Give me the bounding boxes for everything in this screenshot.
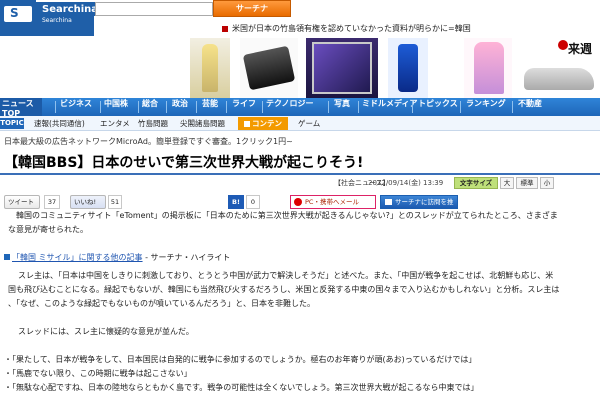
nav-divider [196,101,197,113]
game-cover-illustration [312,42,372,94]
nav-news-top[interactable]: ニュースTOP [0,98,42,118]
nav-divider [412,101,413,113]
like-count: 51 [108,195,122,209]
related-link[interactable]: 「韓国 ミサイル」に関する他の記事 [12,253,143,262]
intro-line-1: 韓国のコミュニティサイト「eToment」の掲示板に「日本のために第三次世界大戦… [16,211,558,220]
nav-divider [226,101,227,113]
promo-label: 来週 [568,42,593,56]
nav-technology[interactable]: テクノロジー [266,98,314,116]
related-source: - サーチナ・ハイライト [142,253,231,262]
product-figure-image[interactable] [190,38,230,98]
car-illustration [524,68,594,90]
article-title: 【韓国BBS】日本のせいで第三次世界大戦が起こりそう! [4,155,364,171]
tweet-count: 37 [44,195,60,209]
nav-politics[interactable]: 政治 [172,98,188,116]
nav-entertainment[interactable]: 芸能 [202,98,218,116]
nav-real-estate[interactable]: 不動産 [518,98,542,116]
nav-china-stocks[interactable]: 中国株 [104,98,128,116]
nav-business[interactable]: ビジネス [60,98,92,116]
bookmark-count: 0 [246,195,260,209]
like-button[interactable]: いいね! [70,195,106,209]
subnav-kyodo-news[interactable]: 速報(共同通信) [34,118,85,129]
search-input[interactable] [95,2,213,16]
device-illustration [242,45,296,91]
search-button[interactable]: サーチナ [213,0,291,17]
body-line-4: スレッドには、スレ主に懐疑的な意見が並んだ。 [18,327,194,336]
text-size-small-button[interactable]: 小 [540,177,554,189]
link-square-icon [4,254,10,260]
logo-subtitle: Searchina [36,16,94,36]
hatena-bookmark-button[interactable]: B! [228,195,244,209]
nav-divider [460,101,461,113]
envelope-icon [385,199,392,205]
body-line-2: 国も飛び込むことになる。緑起でもないが、韓国にも当然飛び火するだろうし、米国と反… [8,285,560,294]
product-game-image[interactable] [306,38,378,98]
text-size-large-button[interactable]: 大 [500,177,514,189]
top-news-text: 米国が日本の竹島領有権を認めていなかった資料が明らかに=韓国 [232,24,471,33]
bullet-icon [222,25,228,32]
product-anime-image[interactable] [464,38,512,98]
article-date: 2012/09/14(金) 13:39 [368,179,444,187]
article-meta: 【社会ニュース】 2012/09/14(金) 13:39 文字サイズ 大 標準 … [0,177,600,191]
figure-illustration [202,44,218,92]
promo-dot-icon [558,40,568,50]
phone-illustration [398,44,418,92]
nav-divider [55,101,56,113]
logo[interactable]: S [0,0,36,36]
nav-divider [262,101,263,113]
subnav-entertainment[interactable]: エンタメ [100,118,130,129]
content-icon [244,121,250,127]
send-to-mobile-button[interactable]: PC・携帯へメール [290,195,376,209]
sub-nav: TOPIC 速報(共同通信) エンタメ 竹島問題 尖閣諸島問題 コンテンツ ゲー… [0,116,600,141]
nav-divider [166,101,167,113]
nav-general[interactable]: 総合 [142,98,158,116]
mail-icon [294,198,302,206]
nav-divider [512,101,513,113]
subnav-game[interactable]: ゲーム [298,118,320,129]
intro-line-2: な意見が寄せられた。 [8,225,88,234]
nav-ranking[interactable]: ランキング [466,98,506,116]
product-device-image[interactable] [240,38,298,98]
send-to-mobile-label: PC・携帯へメール [305,198,359,206]
related-articles: 「韓国 ミサイル」に関する他の記事 - サーチナ・ハイライト [4,252,598,263]
product-car-image[interactable]: 来週 [518,38,600,98]
top-news-headline[interactable]: 米国が日本の竹島領有権を認めていなかった資料が明らかに=韓国 [222,23,600,35]
logo-text[interactable]: Searchina [36,2,105,16]
subnav-senkaku[interactable]: 尖閣諸島問題 [180,118,225,129]
product-phone-case-image[interactable] [388,38,428,98]
tweet-button[interactable]: ツイート [4,195,40,209]
top-bar: S Searchina Searchina サーチナ 米国が日本の竹島領有権を認… [0,0,600,38]
nav-middle-media[interactable]: ミドルメディア [362,98,417,116]
nav-divider [138,101,139,113]
nav-divider [328,101,329,113]
nav-divider [100,101,101,113]
logo-mark: S [10,6,19,20]
title-divider [0,173,600,175]
text-size-label: 文字サイズ [454,177,498,189]
body-line-1: スレ主は、「日本は中国をしきりに刺激しており、とうとう中国が武力で解決しそうだ」… [18,271,554,280]
comment-quote-3: ・「無駄な心配ですね、日本の陸地ならともかく島です。戦争の可能性は全くないでしょ… [4,383,479,392]
comment-quote-2: ・「馬鹿でない限り、この時期に戦争は起こさない」 [4,369,192,378]
topic-label: TOPIC [0,118,24,129]
nav-divider [358,101,359,113]
nav-photos[interactable]: 写真 [334,98,350,116]
body-line-3: 、「なぜ、このような緑起でもないものが噴いているんだろう」と、日本を非難した。 [8,299,315,308]
product-banner: 来週 [0,38,600,98]
main-nav: ニュースTOP ビジネス 中国株 総合 政治 芸能 ライフ テクノロジー 写真 … [0,98,600,118]
subnav-takeshima[interactable]: 竹島問題 [138,118,168,129]
comment-quote-1: ・「果たして、日本が戦争をして、日本国民は自発的に戦争に参加するのでしょうか。極… [4,355,477,364]
anime-illustration [474,42,504,94]
nav-life[interactable]: ライフ [232,98,256,116]
content-tab[interactable]: コンテンツ [238,117,288,141]
text-size-standard-button[interactable]: 標準 [516,177,538,189]
nav-topics[interactable]: トピックス [418,98,458,116]
ad-text-link[interactable]: 日本最大級の広告ネットワークMicroAd。簡単登録ですぐ審査。1クリック1円~ [4,136,600,148]
recommend-button[interactable]: サーチナに訪問を推奨 [380,195,458,218]
